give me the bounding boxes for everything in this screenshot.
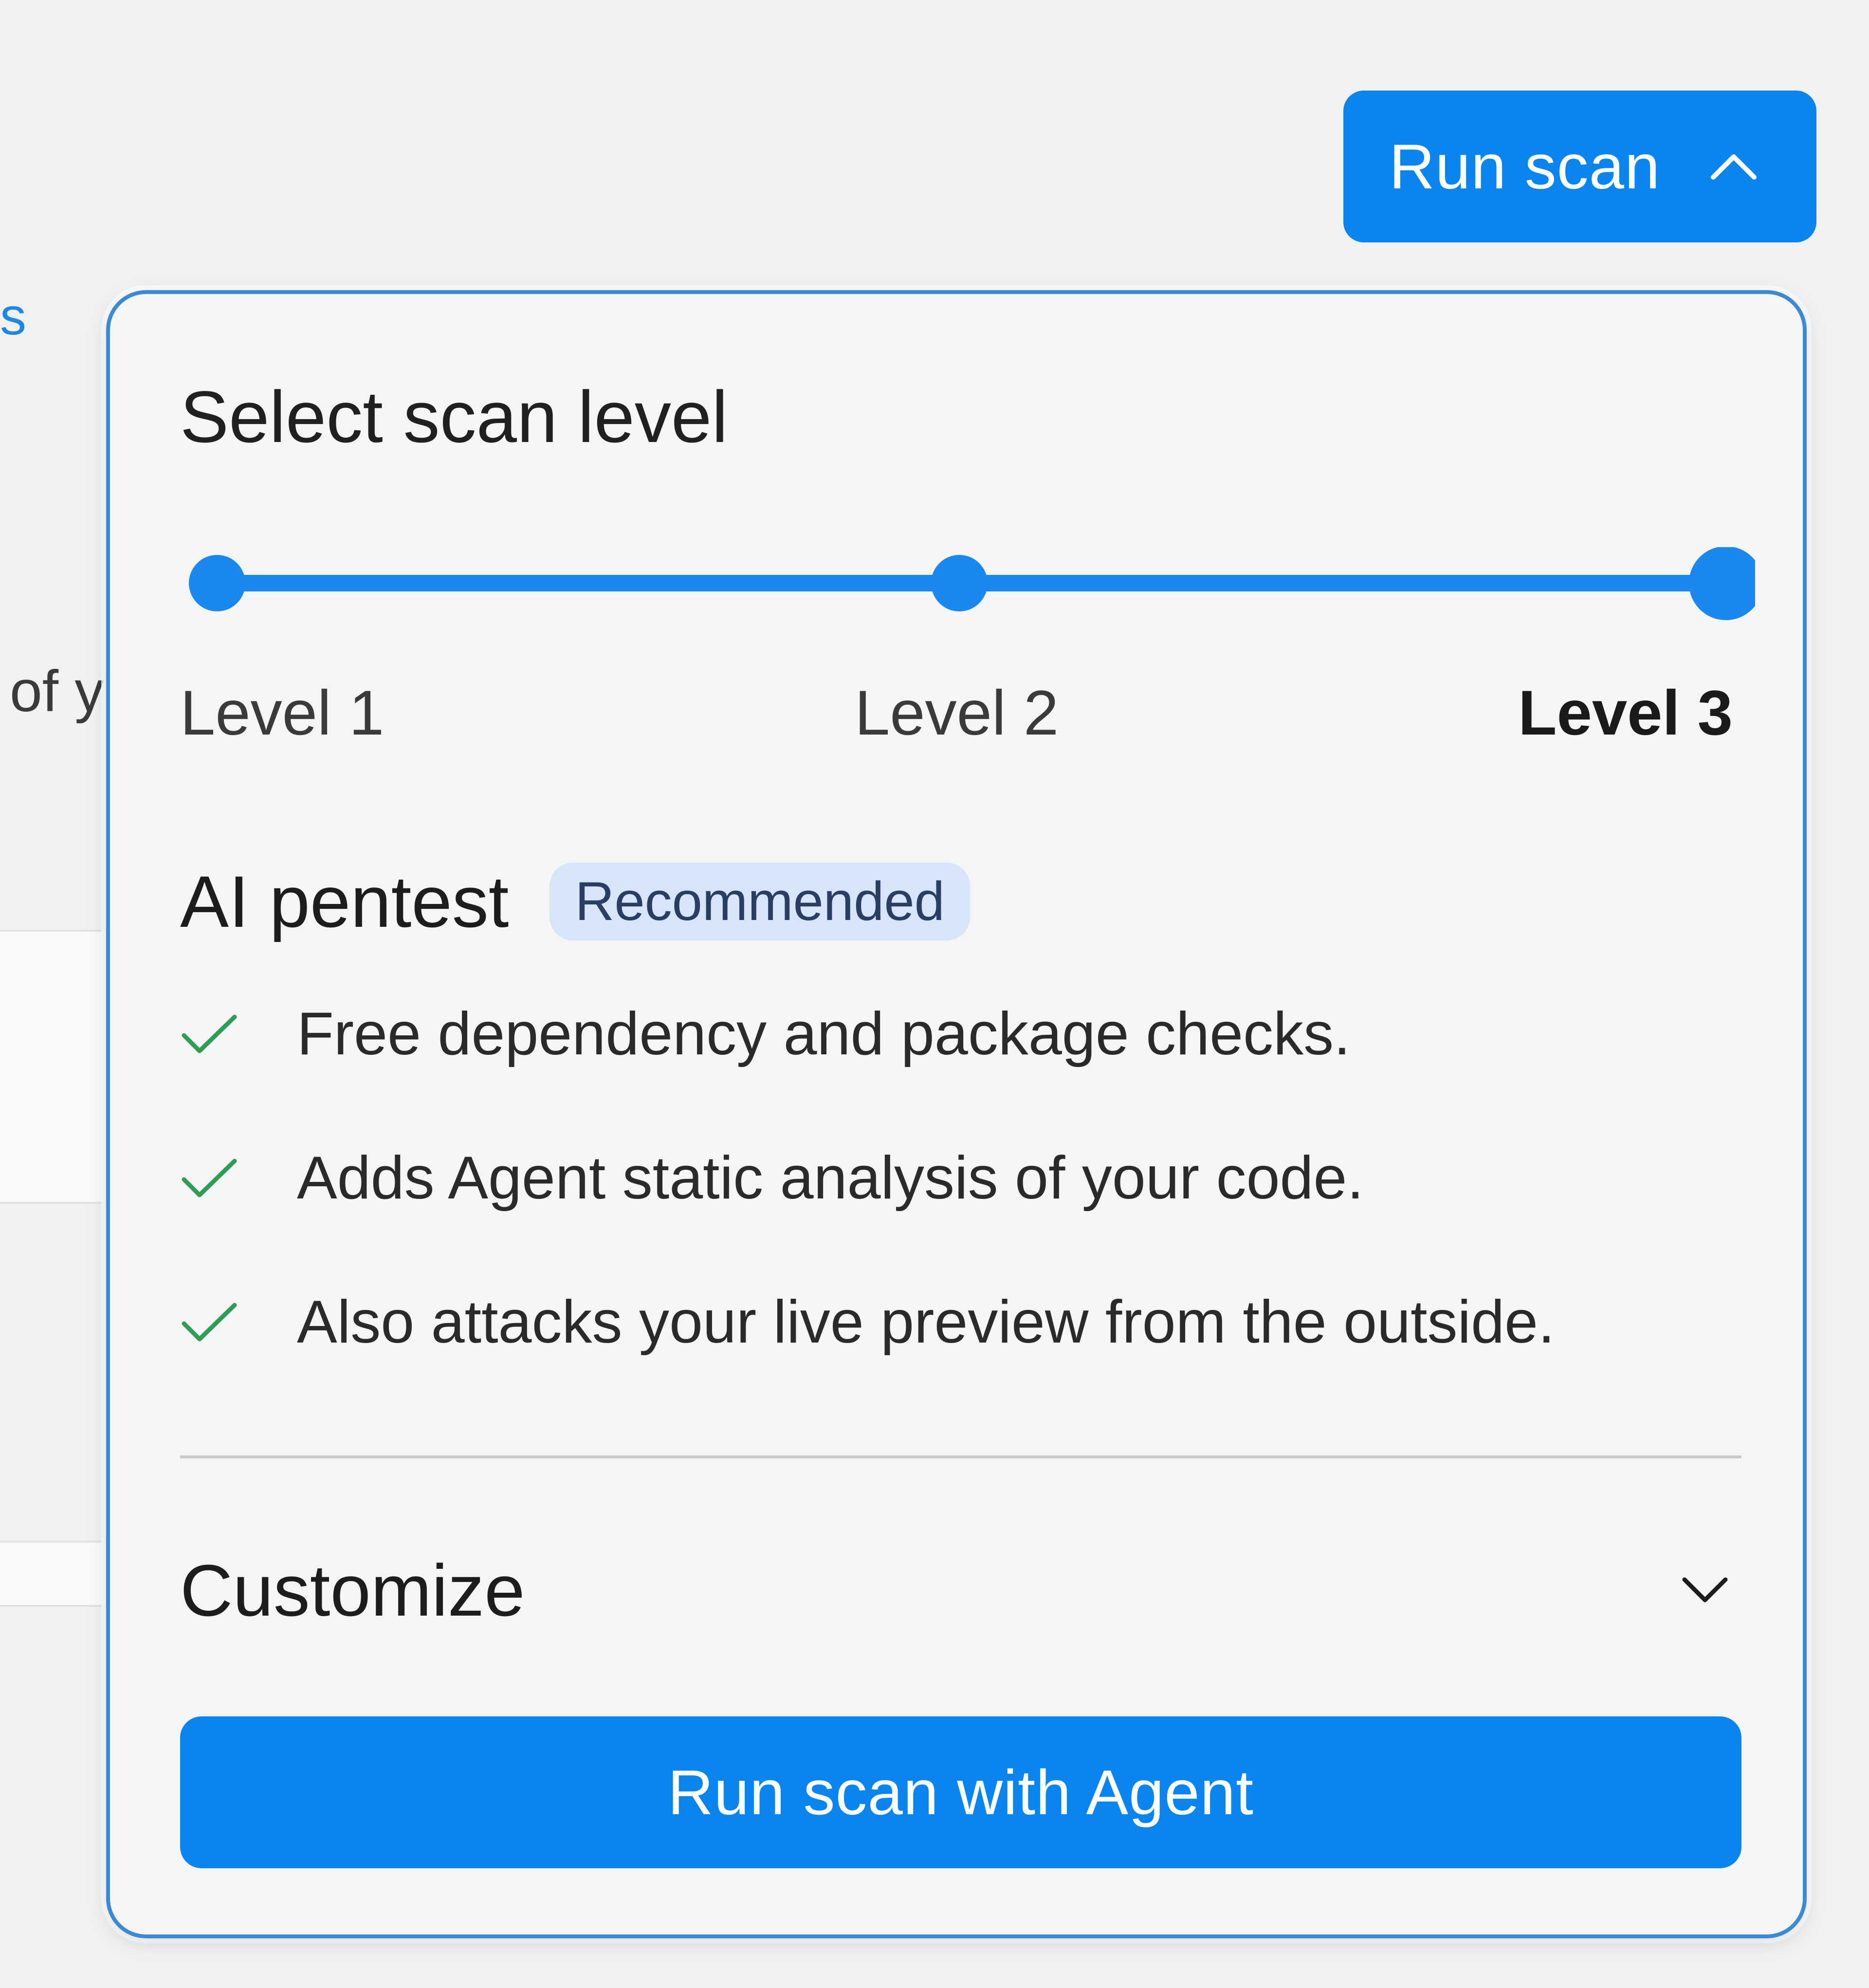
scan-level-slider[interactable] <box>188 547 1755 625</box>
slider-track <box>189 547 1755 620</box>
background-row <box>0 1541 117 1607</box>
run-scan-label: Run scan <box>1389 131 1661 202</box>
background-card <box>0 930 117 1204</box>
feature-list: Free dependency and package checks. Adds… <box>180 995 1555 1427</box>
check-icon <box>180 995 297 1073</box>
run-scan-with-agent-button[interactable]: Run scan with Agent <box>180 1716 1741 1868</box>
background-text-fragment: of y <box>10 659 104 724</box>
feature-text: Adds Agent static analysis of your code. <box>297 1144 1364 1212</box>
popover-title: Select scan level <box>180 376 728 458</box>
slider-stop-level-2 <box>931 555 988 611</box>
customize-toggle[interactable]: Customize <box>180 1534 1741 1646</box>
slider-handle-level-3 <box>1689 547 1755 620</box>
plan-heading: AI pentest Recommended <box>180 853 970 950</box>
list-item: Also attacks your live preview from the … <box>180 1283 1555 1427</box>
scan-level-popover: Select scan level Level 1 Level 2 Level … <box>106 290 1807 1938</box>
customize-label: Customize <box>180 1549 525 1631</box>
list-item: Free dependency and package checks. <box>180 995 1555 1139</box>
check-icon <box>180 1283 297 1361</box>
slider-label-level-2[interactable]: Level 2 <box>855 671 1059 754</box>
list-item: Adds Agent static analysis of your code. <box>180 1139 1555 1283</box>
feature-text: Free dependency and package checks. <box>297 1000 1351 1068</box>
feature-text: Also attacks your live preview from the … <box>297 1289 1555 1356</box>
slider-stop-level-1 <box>189 555 245 611</box>
slider-label-level-3[interactable]: Level 3 <box>1518 671 1733 754</box>
background-link-fragment[interactable]: s <box>0 282 26 350</box>
recommended-badge: Recommended <box>550 863 970 940</box>
chevron-down-icon <box>1678 1564 1732 1617</box>
divider <box>180 1455 1741 1458</box>
check-icon <box>180 1139 297 1217</box>
plan-name: AI pentest <box>180 861 509 942</box>
slider-label-level-1[interactable]: Level 1 <box>180 671 384 754</box>
chevron-up-icon <box>1711 154 1757 180</box>
